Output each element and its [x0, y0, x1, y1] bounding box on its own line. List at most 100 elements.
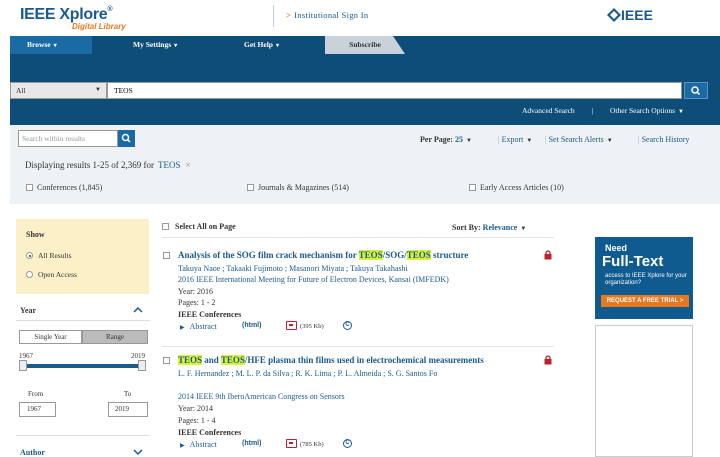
checkbox[interactable] [469, 184, 476, 191]
nav-my-settings[interactable]: My Settings ▾ [133, 36, 177, 54]
result-content-type: IEEE Conferences [178, 428, 242, 437]
checkbox[interactable] [247, 184, 254, 191]
other-search-options-link[interactable]: Other Search Options ▼ [610, 106, 684, 115]
from-label: From [28, 390, 44, 398]
search-history-link[interactable]: | Search History [638, 135, 689, 144]
filter-journals-magazines[interactable]: Journals & Magazines (514) [247, 183, 349, 192]
search-button[interactable] [684, 82, 708, 99]
pdf-size: (785 Kb) [300, 441, 324, 448]
show-title: Show [26, 230, 45, 239]
tab-single-year[interactable]: Single Year [19, 330, 82, 344]
ieee-logo[interactable]: IEEE [607, 7, 653, 23]
to-year-input[interactable]: 2019 [108, 402, 148, 417]
chevron-down-icon: ▼ [526, 138, 533, 144]
slider-min-label: 1967 [19, 352, 33, 360]
checkbox[interactable] [162, 223, 169, 230]
ad-need-text: Need [605, 243, 628, 253]
nav-get-help[interactable]: Get Help ▾ [244, 36, 279, 54]
caret-right-icon: ▶ [180, 443, 185, 449]
result-title[interactable]: Analysis of the SOG film crack mechanism… [178, 250, 548, 260]
lock-icon [544, 250, 552, 260]
result-year: Year: 2014 [178, 404, 213, 413]
divider: | [592, 106, 594, 115]
digital-library-tagline: Digital Library [72, 22, 126, 31]
slider-handle-right[interactable] [138, 360, 146, 371]
chevron-down-icon [133, 449, 143, 456]
divider [162, 237, 554, 238]
search-within-input[interactable]: Search within results [18, 130, 118, 147]
copyright-icon[interactable]: C [343, 439, 352, 448]
result-authors[interactable]: L. F. Hernandez ; M. L. P. da Silva ; R.… [178, 368, 528, 379]
search-term-chip: TEOS [158, 160, 181, 170]
expand-icon[interactable] [133, 449, 143, 457]
chevron-down-icon: ▼ [95, 87, 101, 93]
chevron-down-icon: ▼ [606, 138, 613, 144]
result-venue[interactable]: 2016 IEEE International Meeting for Futu… [178, 275, 449, 284]
search-within-button[interactable] [118, 130, 135, 147]
tab-range[interactable]: Range [82, 330, 148, 344]
radio-button[interactable] [26, 271, 33, 278]
result-checkbox[interactable] [163, 357, 170, 364]
nav-subscribe[interactable]: Subscribe [325, 36, 405, 54]
checkbox[interactable] [26, 184, 33, 191]
abstract-toggle[interactable]: ▶ Abstract [180, 440, 217, 449]
export-menu[interactable]: | Export ▼ [498, 135, 532, 144]
year-filter-title[interactable]: Year [20, 306, 36, 315]
radio-button[interactable] [26, 252, 33, 259]
per-page-select[interactable]: Per Page: 25 ▼ [420, 135, 472, 144]
search-input[interactable]: TEOS [107, 82, 682, 99]
copyright-icon[interactable]: C [343, 321, 352, 330]
lock-icon [544, 355, 552, 365]
result-authors[interactable]: Takuya Naoe ; Takaaki Fujimoto ; Masanor… [178, 263, 548, 274]
radio-open-access[interactable]: Open Access [26, 270, 77, 279]
chevron-right-icon: > [286, 10, 292, 20]
year-slider-track[interactable] [22, 364, 142, 368]
result-pages: Pages: 1 - 4 [178, 416, 216, 425]
chevron-down-icon: ▾ [275, 43, 279, 49]
result-title[interactable]: TEOS and TEOS/HFE plasma thin films used… [178, 355, 548, 365]
result-venue[interactable]: 2014 IEEE 9th IberoAmerican Congress on … [178, 392, 345, 401]
pdf-icon[interactable] [286, 439, 297, 448]
ieee-diamond-icon [607, 8, 621, 22]
html-link[interactable]: (html) [242, 322, 261, 329]
html-link[interactable]: (html) [242, 440, 261, 447]
result-checkbox[interactable] [163, 252, 170, 259]
select-all-checkbox[interactable]: Select All on Page [162, 222, 236, 231]
chevron-up-icon [133, 306, 143, 313]
author-filter-title[interactable]: Author [20, 448, 45, 457]
from-year-input[interactable]: 1967 [19, 402, 56, 417]
header-divider [273, 5, 274, 27]
abstract-toggle[interactable]: ▶ Abstract [180, 322, 217, 331]
nav-browse[interactable]: Browse ▾ [10, 36, 92, 54]
slider-max-label: 2019 [131, 352, 145, 360]
filter-early-access[interactable]: Early Access Articles (10) [469, 183, 564, 192]
chevron-down-icon: ▾ [174, 43, 178, 49]
result-content-type: IEEE Conferences [178, 310, 242, 319]
divider [162, 346, 554, 347]
result-pages: Pages: 1 - 2 [178, 298, 216, 307]
chevron-down-icon: ▼ [677, 109, 684, 115]
collapse-icon[interactable] [133, 305, 143, 315]
chevron-down-icon: ▾ [53, 43, 57, 49]
search-scope-select[interactable]: All ▼ [10, 82, 107, 99]
ad-body: access to IEEE Xplore for your organizat… [605, 273, 687, 286]
set-search-alerts-menu[interactable]: | Set Search Alerts ▼ [545, 135, 613, 144]
chevron-down-icon: ▼ [520, 226, 527, 232]
institutional-sign-in-link[interactable]: > Institutional Sign In [286, 10, 368, 20]
slider-handle-left[interactable] [19, 360, 27, 371]
filter-conferences[interactable]: Conferences (1,845) [26, 183, 102, 192]
sort-by-select[interactable]: Sort By: Relevance ▼ [452, 223, 526, 232]
search-icon [121, 133, 131, 143]
pdf-icon[interactable] [286, 321, 297, 330]
search-icon [691, 86, 701, 96]
main-nav: Browse ▾ My Settings ▾ Get Help ▾ Subscribe [10, 36, 720, 54]
ad-placeholder [595, 325, 693, 457]
request-free-trial-button[interactable]: REQUEST A FREE TRIAL > [601, 295, 689, 307]
chevron-down-icon: ▼ [465, 138, 472, 144]
ad-headline: Full-Text [602, 253, 664, 270]
radio-all-results[interactable]: All Results [26, 251, 72, 260]
advanced-search-link[interactable]: Advanced Search [522, 106, 575, 115]
to-label: To [124, 390, 132, 398]
clear-term-button[interactable]: × [186, 160, 191, 170]
caret-right-icon: ▶ [180, 325, 185, 331]
